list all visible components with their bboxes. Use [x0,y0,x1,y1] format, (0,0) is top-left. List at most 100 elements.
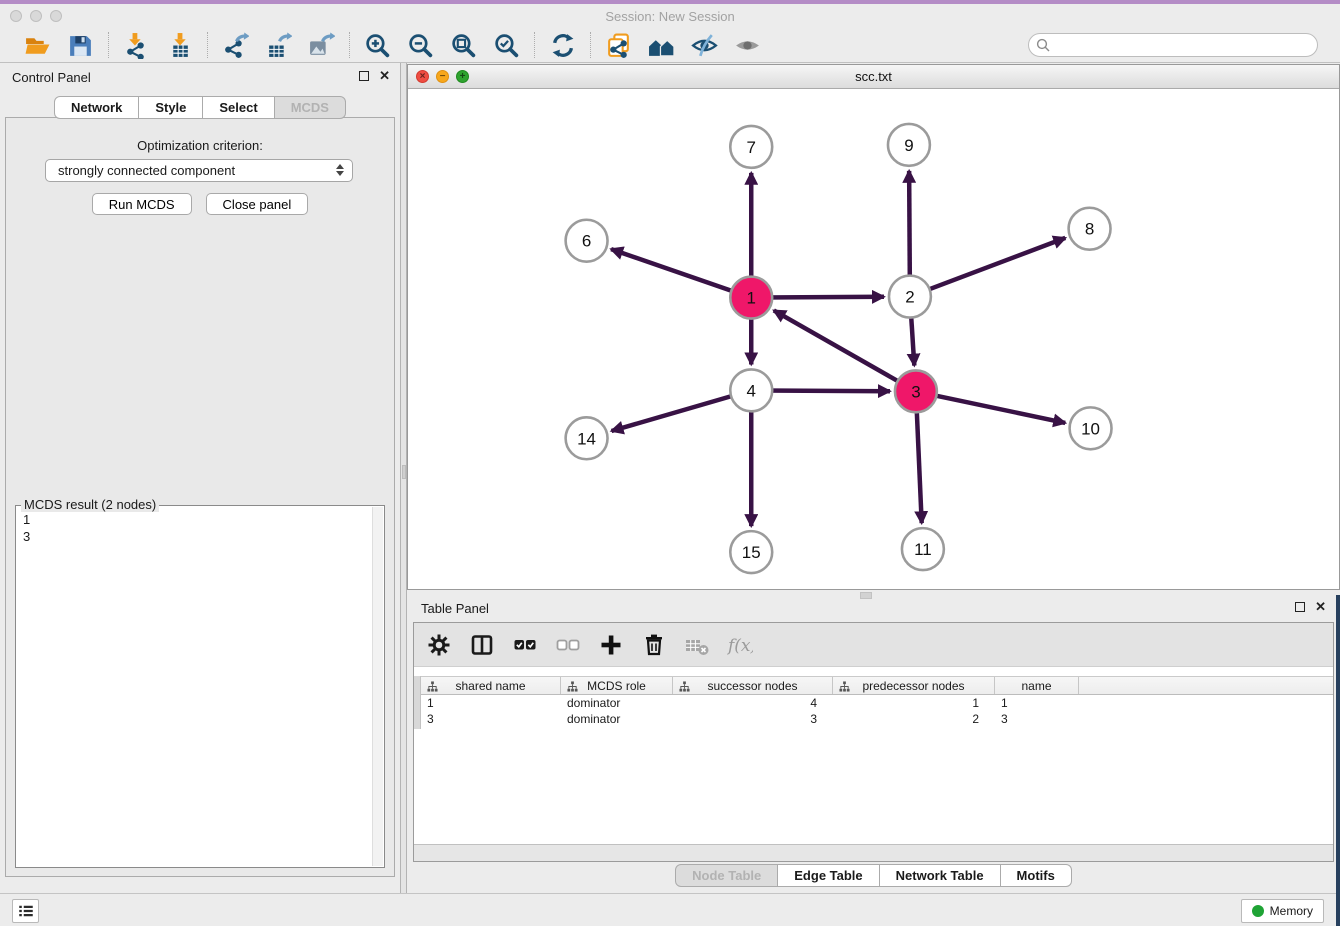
mcds-result-box: MCDS result (2 nodes) 13 [15,505,385,868]
network-canvas[interactable]: 7 9 6 8 1 2 4 3 14 10 15 11 [408,89,1339,589]
node-1[interactable]: 1 [730,277,772,319]
add-column-icon[interactable] [598,632,624,658]
zoom-out-icon[interactable] [407,32,434,59]
show-columns-icon[interactable] [469,632,495,658]
control-panel-header: Control Panel ✕ [0,64,400,92]
mcds-result-item: 3 [23,528,377,545]
zoom-selected-icon[interactable] [493,32,520,59]
select-all-rows-icon[interactable] [512,632,538,658]
node-7[interactable]: 7 [730,126,772,168]
delete-column-icon[interactable] [641,632,667,658]
column-header-successor-nodes[interactable]: successor nodes [673,677,833,694]
table-cell[interactable]: 4 [673,695,833,711]
import-network-icon[interactable] [123,32,150,59]
tab-node-table[interactable]: Node Table [675,864,778,887]
svg-text:7: 7 [747,138,756,157]
result-scrollbar[interactable] [372,507,383,866]
edge-2-8[interactable] [910,238,1065,297]
table-cell[interactable]: dominator [561,695,673,711]
table-footer [414,844,1333,861]
table-cell[interactable]: 2 [833,711,995,727]
node-11[interactable]: 11 [902,528,944,570]
hide-panel-icon[interactable] [691,32,718,59]
table-panel-header: Table Panel ✕ [407,595,1340,621]
svg-text:15: 15 [742,543,761,562]
tab-edge-table[interactable]: Edge Table [778,864,879,887]
save-session-icon[interactable] [67,32,94,59]
node-8[interactable]: 8 [1069,208,1111,250]
run-mcds-button[interactable]: Run MCDS [92,193,192,215]
desktop-edge [1336,595,1340,926]
attribute-table: shared nameMCDS rolesuccessor nodesprede… [414,676,1333,727]
home-network-icon[interactable] [648,32,675,59]
open-session-icon[interactable] [24,32,51,59]
export-table-icon[interactable] [265,32,292,59]
table-cell[interactable]: 1 [421,695,561,711]
close-panel-button[interactable]: Close panel [206,193,309,215]
memory-button[interactable]: Memory [1241,899,1324,923]
float-table-panel-icon[interactable] [1295,602,1305,612]
delete-table-icon [684,632,710,658]
table-cell[interactable]: 1 [995,695,1079,711]
edge-3-10[interactable] [916,391,1065,423]
column-header-name[interactable]: name [995,677,1079,694]
zoom-fit-icon[interactable] [450,32,477,59]
node-15[interactable]: 15 [730,531,772,573]
clone-network-icon[interactable] [605,32,632,59]
optimization-criterion-select[interactable]: strongly connected component [45,159,353,182]
float-panel-icon[interactable] [359,71,369,81]
network-window-titlebar[interactable]: × − + scc.txt [408,65,1339,89]
node-2[interactable]: 2 [889,276,931,318]
tab-network[interactable]: Network [54,96,139,119]
node-14[interactable]: 14 [566,417,608,459]
vertical-splitter[interactable] [400,63,407,893]
node-4[interactable]: 4 [730,369,772,411]
mcds-panel: Optimization criterion: strongly connect… [5,117,395,877]
splitter-handle[interactable] [402,465,406,479]
node-9[interactable]: 9 [888,124,930,166]
function-builder-icon: f(x) [727,632,753,658]
tab-mcds[interactable]: MCDS [275,96,346,119]
column-header-MCDS-role[interactable]: MCDS role [561,677,673,694]
search-field [1028,33,1318,57]
show-panel-icon[interactable] [734,32,761,59]
deselect-all-rows-icon[interactable] [555,632,581,658]
import-table-icon[interactable] [166,32,193,59]
svg-text:11: 11 [914,540,932,559]
tab-motifs[interactable]: Motifs [1001,864,1072,887]
table-panel-title: Table Panel [421,601,489,616]
node-6[interactable]: 6 [566,220,608,262]
table-row[interactable]: 1dominator411 [421,695,1333,711]
column-header-shared-name[interactable]: shared name [421,677,561,694]
table-cell[interactable]: 3 [673,711,833,727]
node-10[interactable]: 10 [1070,407,1112,449]
edge-3-1[interactable] [774,310,916,391]
search-input[interactable] [1028,33,1318,57]
app-titlebar: Session: New Session [0,4,1340,28]
export-network-icon[interactable] [222,32,249,59]
optimization-criterion-value: strongly connected component [58,163,235,178]
table-cell[interactable]: dominator [561,711,673,727]
search-icon [1036,38,1050,52]
node-table: f(x) shared nameMCDS rolesuccessor nodes… [413,622,1334,862]
tab-style[interactable]: Style [139,96,203,119]
table-row[interactable]: 3dominator323 [421,711,1333,727]
zoom-in-icon[interactable] [364,32,391,59]
column-header-predecessor-nodes[interactable]: predecessor nodes [833,677,995,694]
node-3[interactable]: 3 [895,370,937,412]
memory-status-icon [1252,905,1264,917]
graph-edges[interactable] [611,171,1065,526]
tab-network-table[interactable]: Network Table [880,864,1001,887]
network-graph[interactable]: 7 9 6 8 1 2 4 3 14 10 15 11 [408,89,1339,589]
table-settings-icon[interactable] [426,632,452,658]
close-table-panel-icon[interactable]: ✕ [1315,602,1326,612]
table-cell[interactable]: 3 [421,711,561,727]
task-history-button[interactable] [12,899,39,923]
close-panel-icon[interactable]: ✕ [379,71,390,81]
tab-select[interactable]: Select [203,96,274,119]
export-image-icon[interactable] [308,32,335,59]
table-cell[interactable]: 3 [995,711,1079,727]
svg-text:14: 14 [577,429,596,448]
refresh-layout-icon[interactable] [549,32,576,59]
table-cell[interactable]: 1 [833,695,995,711]
